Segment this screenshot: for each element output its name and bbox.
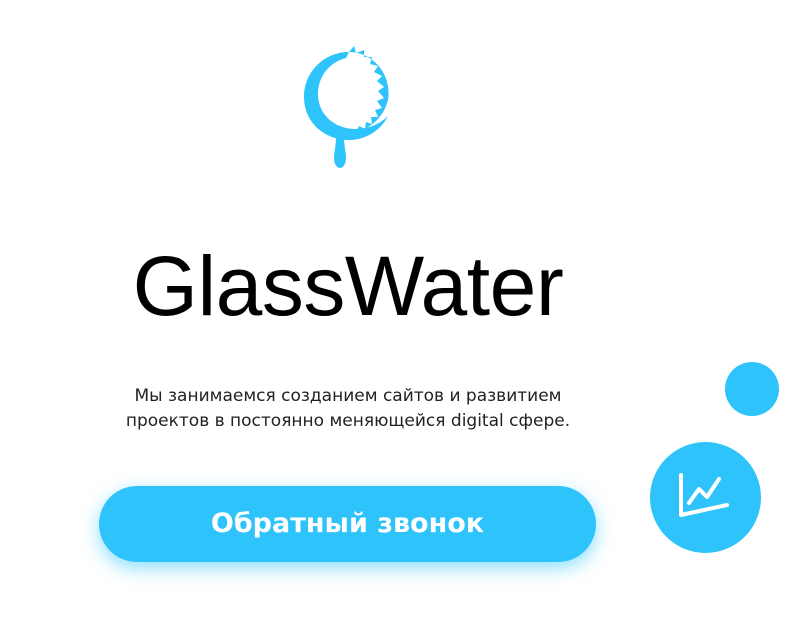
brand-title: GlassWater — [132, 239, 564, 333]
callback-button[interactable]: Обратный звонок — [99, 486, 596, 562]
line-chart-icon — [679, 473, 729, 517]
logo-icon — [304, 46, 389, 168]
stats-widget-button[interactable] — [650, 442, 761, 553]
decorative-dot — [725, 362, 779, 416]
tagline: Мы занимаемся созданием сайтов и развити… — [60, 384, 636, 434]
tagline-line-1: Мы занимаемся созданием сайтов и развити… — [134, 386, 562, 406]
tagline-line-2: проектов в постоянно меняющейся digital … — [125, 411, 571, 431]
